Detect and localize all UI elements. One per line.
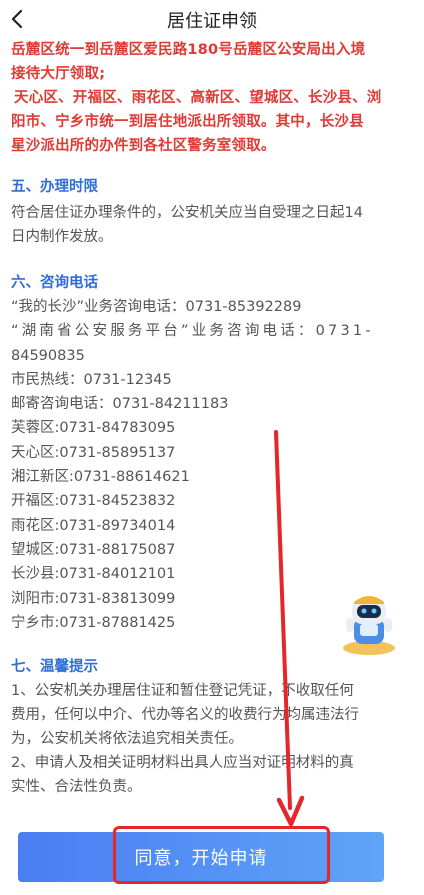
hotline-item: 雨花区:0731-89734014 (11, 517, 176, 534)
content-area[interactable]: 岳麓区统一到岳麓区爱民路180号岳麓区公安局出入境 接待大厅领取; 天心区、开福… (11, 38, 406, 799)
tip-line: 实性、合法性负责。 (11, 779, 142, 796)
hotline-item: 市民热线：0731-12345 (11, 371, 172, 388)
hotline-item: 84590835 (11, 347, 85, 364)
notice-line: 接待大厅领取; (11, 66, 106, 82)
hotline-item: “湖南省公安服务平台”业务咨询电话：0731- (11, 323, 374, 340)
hotline-item: 湘江新区:0731-88614621 (11, 469, 190, 486)
hotline-item: 长沙县:0731-84012101 (11, 566, 176, 583)
tip-line: 费用，任何以中介、代办等名义的收费行为均属违法行 (11, 707, 359, 724)
hotline-list: “我的长沙”业务咨询电话：0731-85392289 “湖南省公安服务平台”业务… (11, 295, 406, 635)
section-heading-tips: 七、温馨提示 (11, 659, 98, 676)
hotline-item: “我的长沙”业务咨询电话：0731-85392289 (11, 299, 302, 315)
top-nav-bar: 居住证申领 (0, 0, 424, 40)
hotline-item: 望城区:0731-88175087 (11, 541, 176, 558)
section-text: 符合居住证办理条件的，公安机关应当自受理之日起14 (11, 205, 363, 221)
section-heading-hotlines: 六、咨询电话 (11, 275, 98, 291)
hotline-item: 邮寄咨询电话：0731-84211183 (11, 396, 229, 413)
notice-line: 天心区、开福区、雨花区、高新区、望城区、长沙县、浏 (14, 90, 382, 106)
notice-line: 阳市、宁乡市统一到居住地派出所领取。其中，长沙县 (11, 114, 364, 130)
tip-line: 2、申请人及相关证明材料出具人应当对证明材料的真 (11, 755, 354, 772)
notice-line: 星沙派出所的办件到各社区警务室领取。 (11, 138, 276, 154)
page-title: 居住证申领 (167, 11, 257, 32)
annotation-highlight-box (113, 826, 330, 884)
section-text: 日内制作发放。 (11, 229, 113, 245)
tip-line: 1、公安机关办理居住证和暂住登记凭证，不收取任何 (11, 683, 354, 700)
hotline-item: 芙蓉区:0731-84783095 (11, 420, 176, 437)
pickup-notice: 岳麓区统一到岳麓区爱民路180号岳麓区公安局出入境 接待大厅领取; 天心区、开福… (11, 38, 406, 158)
hotline-item: 天心区:0731-85895137 (11, 444, 176, 461)
tip-line: 为，公安机关将依法追究相关责任。 (11, 731, 243, 748)
hotline-item: 开福区:0731-84523832 (11, 493, 176, 510)
section-heading-processing-time: 五、办理时限 (11, 179, 98, 195)
notice-line: 岳麓区统一到岳麓区爱民路180号岳麓区公安局出入境 (11, 42, 366, 58)
robot-mascot-icon[interactable] (334, 588, 404, 658)
